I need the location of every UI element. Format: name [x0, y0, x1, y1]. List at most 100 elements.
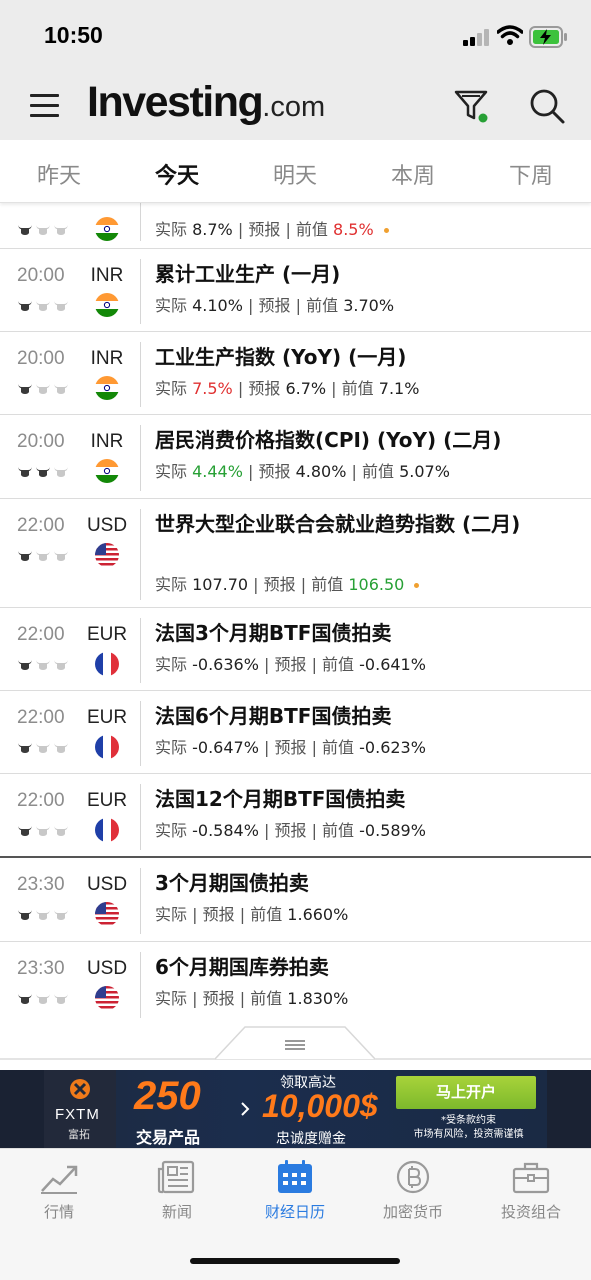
event-currency: INR	[90, 348, 124, 369]
bitcoin-icon	[396, 1160, 430, 1194]
forecast-label: 预报	[248, 379, 281, 398]
event-time: 20:00	[17, 348, 65, 369]
bull-icon	[18, 743, 32, 753]
flag-india-icon	[95, 293, 119, 317]
tab-next-week[interactable]: 下周	[491, 158, 571, 190]
row-divider	[140, 952, 141, 1018]
event-time: 20:00	[17, 265, 65, 286]
bull-icon	[54, 743, 68, 753]
event-row[interactable]: 20:00 INR 累计工业生产 (一月) 实际 4.10% | 预报 | 前值 3.…	[0, 249, 591, 332]
actual-label: 实际	[155, 296, 188, 315]
event-row[interactable]: 23:30 USD 6个月期国库券拍卖 实际 | 预报 | 前值 1.830%	[0, 942, 591, 1026]
logo-suffix: .com	[262, 91, 326, 123]
event-row[interactable]: 22:00 EUR 法国3个月期BTF国债拍卖 实际 -0.636% | 预报 | 前…	[0, 608, 591, 691]
ad-note-line-2: 市场有风险，投资需谨慎	[413, 1129, 524, 1140]
ad-brand-block: FXTM 富拓	[44, 1070, 116, 1148]
bull-icon	[36, 826, 50, 836]
bull-icon	[18, 994, 32, 1004]
previous-value: 1.660%	[287, 905, 349, 924]
importance-indicator	[17, 739, 75, 753]
tab-tomorrow[interactable]: 明天	[255, 158, 335, 190]
logo-main: Investing	[87, 78, 264, 126]
importance-indicator	[17, 380, 75, 394]
search-button[interactable]	[527, 86, 567, 126]
actual-value: 7.5%	[192, 379, 233, 398]
event-row[interactable]: 20:00 INR 工业生产指数 (YoY) (一月) 实际 7.5% | 预报 6.…	[0, 332, 591, 415]
importance-indicator	[17, 656, 75, 670]
forecast-label: 预报	[258, 462, 291, 481]
drag-handle[interactable]	[215, 1025, 375, 1060]
previous-value: 7.1%	[378, 379, 420, 398]
tab-today[interactable]: 今天	[137, 158, 217, 190]
importance-indicator	[17, 221, 75, 235]
nav-news[interactable]: 新闻	[127, 1159, 227, 1222]
bull-icon	[54, 225, 68, 235]
previous-label: 前值	[311, 575, 344, 594]
revised-dot	[383, 228, 389, 233]
flag-india-icon	[95, 217, 119, 241]
flag-usa-icon	[95, 986, 119, 1010]
flag-usa-icon	[95, 902, 119, 926]
row-divider	[140, 618, 141, 683]
row-divider	[140, 259, 141, 324]
bull-icon	[54, 551, 68, 561]
bull-icon	[54, 467, 68, 477]
event-row[interactable]: 22:00 EUR 法国6个月期BTF国债拍卖 实际 -0.647% | 预报 | 前…	[0, 691, 591, 774]
previous-label: 前值	[306, 296, 339, 315]
actual-value: 107.70	[192, 575, 249, 594]
actual-label: 实际	[155, 462, 188, 481]
tab-yesterday[interactable]: 昨天	[19, 158, 99, 190]
previous-label: 前值	[362, 462, 395, 481]
event-row[interactable]: 20:00 INR 居民消费价格指数(CPI) (YoY) (二月) 实际 4.44%…	[0, 415, 591, 499]
event-row[interactable]: 22:00 USD 世界大型企业联合会就业趋势指数 (二月) 实际 107.70 | …	[0, 499, 591, 608]
bull-icon	[18, 467, 32, 477]
ad-cta-button[interactable]: 马上开户	[396, 1076, 536, 1109]
bull-icon	[36, 910, 50, 920]
actual-value: -0.647%	[192, 738, 259, 757]
bull-icon	[18, 384, 32, 394]
battery-charging-icon	[529, 26, 567, 48]
date-tabs: 昨天 今天 明天 本周 下周	[0, 140, 591, 203]
event-list[interactable]: 实际 8.7% | 预报 | 前值 8.5% 20:00 INR 累计工业生产 (一月…	[0, 203, 591, 1060]
event-currency: INR	[90, 431, 124, 452]
nav-news-label: 新闻	[161, 1203, 192, 1221]
row-divider	[140, 342, 141, 407]
filter-icon	[454, 90, 488, 123]
nav-quotes-label: 行情	[43, 1203, 74, 1221]
ad-note-line-1: *受条款约束	[441, 1115, 496, 1126]
event-currency: EUR	[86, 790, 128, 811]
event-currency: USD	[86, 958, 128, 979]
tab-this-week[interactable]: 本周	[373, 158, 453, 190]
row-divider	[140, 701, 141, 766]
bull-icon	[54, 910, 68, 920]
nav-quotes[interactable]: 行情	[9, 1159, 109, 1222]
nav-crypto[interactable]: 加密货币	[363, 1159, 463, 1222]
forecast-label: 预报	[258, 296, 291, 315]
actual-label: 实际	[155, 655, 188, 674]
event-title: 法国6个月期BTF国债拍卖	[155, 704, 392, 728]
event-currency: EUR	[86, 707, 128, 728]
ad-banner[interactable]: FXTM 富拓 250 交易产品 领取高达 10,000$ 忠诚度赠金 马上开户…	[0, 1070, 591, 1148]
event-title: 居民消费价格指数(CPI) (YoY) (二月)	[155, 428, 502, 452]
event-title: 6个月期国库券拍卖	[155, 955, 329, 979]
event-values: 实际 -0.636% | 预报 | 前值 -0.641%	[155, 655, 426, 674]
home-indicator[interactable]	[190, 1258, 400, 1264]
event-values: 实际 -0.647% | 预报 | 前值 -0.623%	[155, 738, 426, 757]
event-row[interactable]: 23:30 USD 3个月期国债拍卖 实际 | 预报 | 前值 1.660%	[0, 858, 591, 942]
event-title: 世界大型企业联合会就业趋势指数 (二月)	[155, 512, 521, 536]
actual-label: 实际	[155, 379, 188, 398]
event-time: 23:30	[17, 874, 65, 895]
bull-icon	[18, 551, 32, 561]
nav-economic-calendar[interactable]: 财经日历	[245, 1159, 345, 1222]
event-row[interactable]: 22:00 EUR 法国12个月期BTF国债拍卖 实际 -0.584% | 预报 | …	[0, 774, 591, 858]
briefcase-icon	[512, 1162, 550, 1194]
event-values: 实际 107.70 | 预报 | 前值 106.50	[155, 571, 420, 595]
filter-button[interactable]	[452, 86, 492, 126]
event-row[interactable]: 实际 8.7% | 预报 | 前值 8.5%	[0, 203, 591, 249]
flag-india-icon	[95, 376, 119, 400]
nav-portfolio[interactable]: 投资组合	[481, 1159, 581, 1222]
importance-indicator	[17, 990, 75, 1004]
menu-icon[interactable]	[30, 92, 60, 118]
ad-content[interactable]: FXTM 富拓 250 交易产品 领取高达 10,000$ 忠诚度赠金 马上开户…	[44, 1070, 547, 1148]
event-time: 20:00	[17, 431, 65, 452]
